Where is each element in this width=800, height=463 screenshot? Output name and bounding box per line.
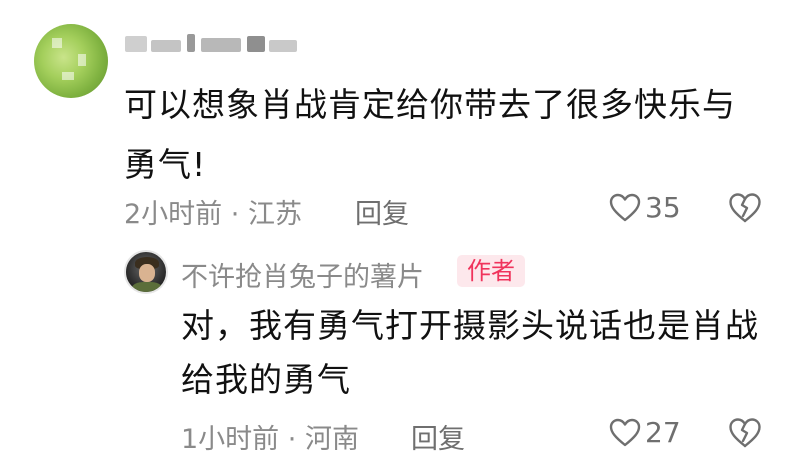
- reply-like-button[interactable]: 27: [609, 416, 681, 449]
- comment-meta: 2小时前 · 江苏: [124, 192, 302, 231]
- commenter-username-blurred[interactable]: [125, 32, 300, 54]
- comment-like-button[interactable]: 35: [609, 191, 681, 224]
- reply-time: 1小时前: [181, 424, 280, 455]
- comment-reply-button[interactable]: 回复: [355, 192, 409, 231]
- meta-separator: ·: [230, 199, 248, 230]
- broken-heart-icon[interactable]: [728, 192, 762, 224]
- comment-like-count: 35: [645, 191, 681, 224]
- reply-text: 对，我有勇气打开摄影头说话也是肖战给我的勇气: [181, 306, 759, 399]
- comment-location: 江苏: [247, 199, 302, 230]
- reply-like-count: 27: [645, 416, 681, 449]
- comment-time: 2小时前: [124, 199, 223, 230]
- reply-meta: 1小时前 · 河南: [181, 417, 359, 456]
- reply-location: 河南: [304, 424, 359, 455]
- reply-author-avatar[interactable]: [124, 250, 168, 294]
- author-badge: 作者: [457, 255, 525, 287]
- reply-username[interactable]: 不许抢肖兔子的薯片: [181, 255, 424, 294]
- heart-outline-icon: [609, 418, 641, 446]
- meta-separator: ·: [287, 424, 305, 455]
- heart-outline-icon: [609, 193, 641, 221]
- commenter-avatar[interactable]: [34, 24, 108, 98]
- comment-text: 可以想象肖战肯定给你带去了很多快乐与勇气!: [124, 85, 736, 184]
- broken-heart-icon[interactable]: [728, 417, 762, 449]
- reply-reply-button[interactable]: 回复: [411, 417, 465, 456]
